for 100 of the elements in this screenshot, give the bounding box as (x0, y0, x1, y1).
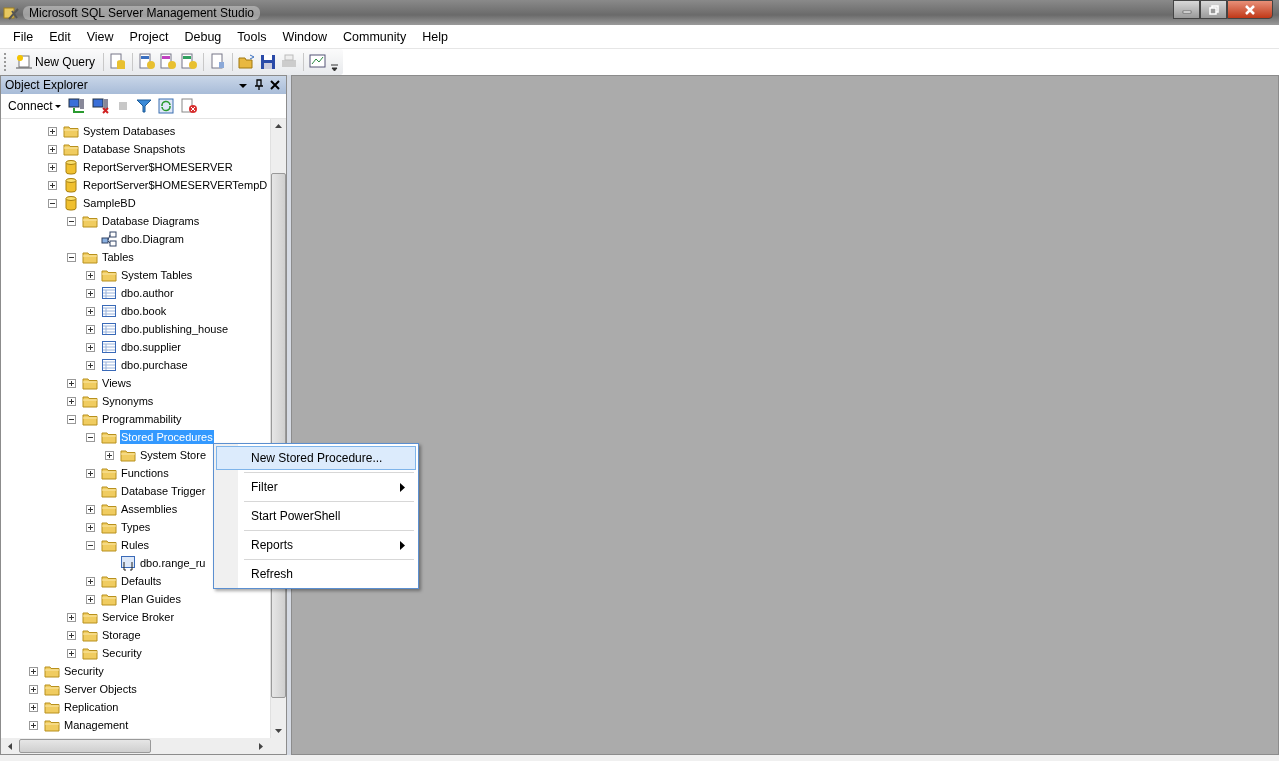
tree-item[interactable]: Defaults (120, 574, 163, 588)
menu-item[interactable]: Community (335, 29, 415, 44)
expand-toggle[interactable] (67, 252, 76, 262)
expand-toggle[interactable] (67, 612, 76, 622)
menu-item[interactable]: Help (414, 29, 456, 44)
tree-item[interactable]: Synonyms (101, 394, 155, 408)
expand-toggle[interactable] (29, 720, 38, 730)
expand-toggle[interactable] (48, 198, 57, 208)
tree-item[interactable]: ReportServer$HOMESERVERTempD (82, 178, 269, 192)
tree-item[interactable]: System Databases (82, 124, 177, 138)
database-file-icon[interactable] (159, 53, 178, 71)
expand-toggle[interactable] (86, 540, 95, 550)
expand-toggle[interactable] (67, 378, 76, 388)
expand-toggle[interactable] (48, 144, 57, 154)
tree-item[interactable]: Database Snapshots (82, 142, 187, 156)
tree-item[interactable]: Replication (63, 700, 120, 714)
scroll-down-icon[interactable] (274, 728, 283, 734)
expand-toggle[interactable] (86, 468, 95, 478)
expand-toggle[interactable] (29, 684, 38, 694)
tree-item[interactable]: Service Broker (101, 610, 176, 624)
scrollbar-thumb[interactable] (19, 739, 151, 753)
filter-icon[interactable] (135, 98, 152, 114)
refresh-icon[interactable] (157, 98, 174, 114)
database-file-icon[interactable] (138, 53, 157, 71)
tree-item[interactable]: Storage (101, 628, 142, 642)
tree-item[interactable]: dbo.author (120, 286, 175, 300)
menu-item[interactable]: View (78, 29, 122, 44)
tree-item[interactable]: System Store (139, 448, 208, 462)
pin-icon[interactable] (254, 79, 264, 91)
script-cancel-icon[interactable] (179, 98, 198, 114)
expand-toggle[interactable] (67, 630, 76, 640)
expand-toggle[interactable] (105, 450, 114, 460)
tree-item[interactable]: dbo.book (120, 304, 168, 318)
expand-toggle[interactable] (86, 324, 95, 334)
menu-item[interactable]: Project (121, 29, 177, 44)
close-button[interactable] (1227, 0, 1273, 19)
expand-toggle[interactable] (86, 342, 95, 352)
expand-toggle[interactable] (67, 414, 76, 424)
expand-toggle[interactable] (29, 666, 38, 676)
save-icon[interactable] (259, 53, 278, 71)
menu-item[interactable]: File (5, 29, 42, 44)
overflow-icon[interactable] (330, 61, 340, 73)
tree-item[interactable]: ReportServer$HOMESERVER (82, 160, 234, 174)
tree-item[interactable]: System Tables (120, 268, 194, 282)
restore-button[interactable] (1200, 0, 1227, 19)
context-menu-item[interactable]: New Stored Procedure... (216, 446, 416, 470)
minimize-button[interactable] (1173, 0, 1200, 19)
tree-item[interactable]: dbo.Diagram (120, 232, 185, 246)
expand-toggle[interactable] (86, 522, 95, 532)
disconnect-server-icon[interactable] (91, 98, 110, 114)
expand-toggle[interactable] (86, 576, 95, 586)
menu-item[interactable]: Window (274, 29, 335, 44)
scroll-up-icon[interactable] (274, 123, 283, 129)
menu-item[interactable]: Edit (41, 29, 79, 44)
tree-item[interactable]: Security (101, 646, 143, 660)
tree-item[interactable]: SampleBD (82, 196, 137, 210)
scroll-right-icon[interactable] (258, 741, 264, 751)
tree-item[interactable]: dbo.purchase (120, 358, 189, 372)
expand-toggle[interactable] (48, 126, 57, 136)
tree-item[interactable]: Functions (120, 466, 170, 480)
connect-server-icon[interactable] (67, 98, 86, 114)
expand-toggle[interactable] (67, 648, 76, 658)
scroll-left-icon[interactable] (7, 741, 13, 751)
tree-item[interactable]: dbo.range_ru (139, 556, 207, 570)
tree-item[interactable]: Types (120, 520, 152, 534)
database-file-icon[interactable] (180, 53, 199, 71)
tree-item[interactable]: Rules (120, 538, 151, 552)
expand-toggle[interactable] (86, 432, 95, 442)
horizontal-scrollbar[interactable] (1, 738, 270, 754)
expand-toggle[interactable] (67, 216, 76, 226)
tree-item[interactable]: Programmability (101, 412, 183, 426)
chart-icon[interactable] (309, 53, 328, 71)
tree-item[interactable]: Assemblies (120, 502, 179, 516)
tree-item[interactable]: Views (101, 376, 133, 390)
expand-toggle[interactable] (48, 180, 57, 190)
expand-toggle[interactable] (29, 702, 38, 712)
tree-item[interactable]: Security (63, 664, 105, 678)
context-menu-item[interactable]: Reports (216, 533, 416, 557)
tree-item[interactable]: Plan Guides (120, 592, 182, 606)
context-menu-item[interactable]: Refresh (216, 562, 416, 586)
expand-toggle[interactable] (86, 360, 95, 370)
expand-toggle[interactable] (86, 504, 95, 514)
tree-item[interactable]: Tables (101, 250, 135, 264)
expand-toggle[interactable] (86, 288, 95, 298)
expand-toggle[interactable] (86, 594, 95, 604)
tree-item[interactable]: dbo.publishing_house (120, 322, 230, 336)
menu-item[interactable]: Debug (176, 29, 230, 44)
tree-item[interactable]: dbo.supplier (120, 340, 182, 354)
new-query-button[interactable]: New Query (12, 54, 99, 70)
context-menu-item[interactable]: Filter (216, 475, 416, 499)
menu-item[interactable]: Tools (229, 29, 275, 44)
connect-button[interactable]: Connect (8, 99, 62, 113)
tree-item[interactable]: Management (63, 718, 130, 732)
expand-toggle[interactable] (48, 162, 57, 172)
tree-item[interactable]: Database Trigger (120, 484, 207, 498)
expand-toggle[interactable] (86, 306, 95, 316)
expand-toggle[interactable] (67, 396, 76, 406)
close-icon[interactable] (270, 80, 280, 90)
expand-toggle[interactable] (86, 270, 95, 280)
context-menu-item[interactable]: Start PowerShell (216, 504, 416, 528)
